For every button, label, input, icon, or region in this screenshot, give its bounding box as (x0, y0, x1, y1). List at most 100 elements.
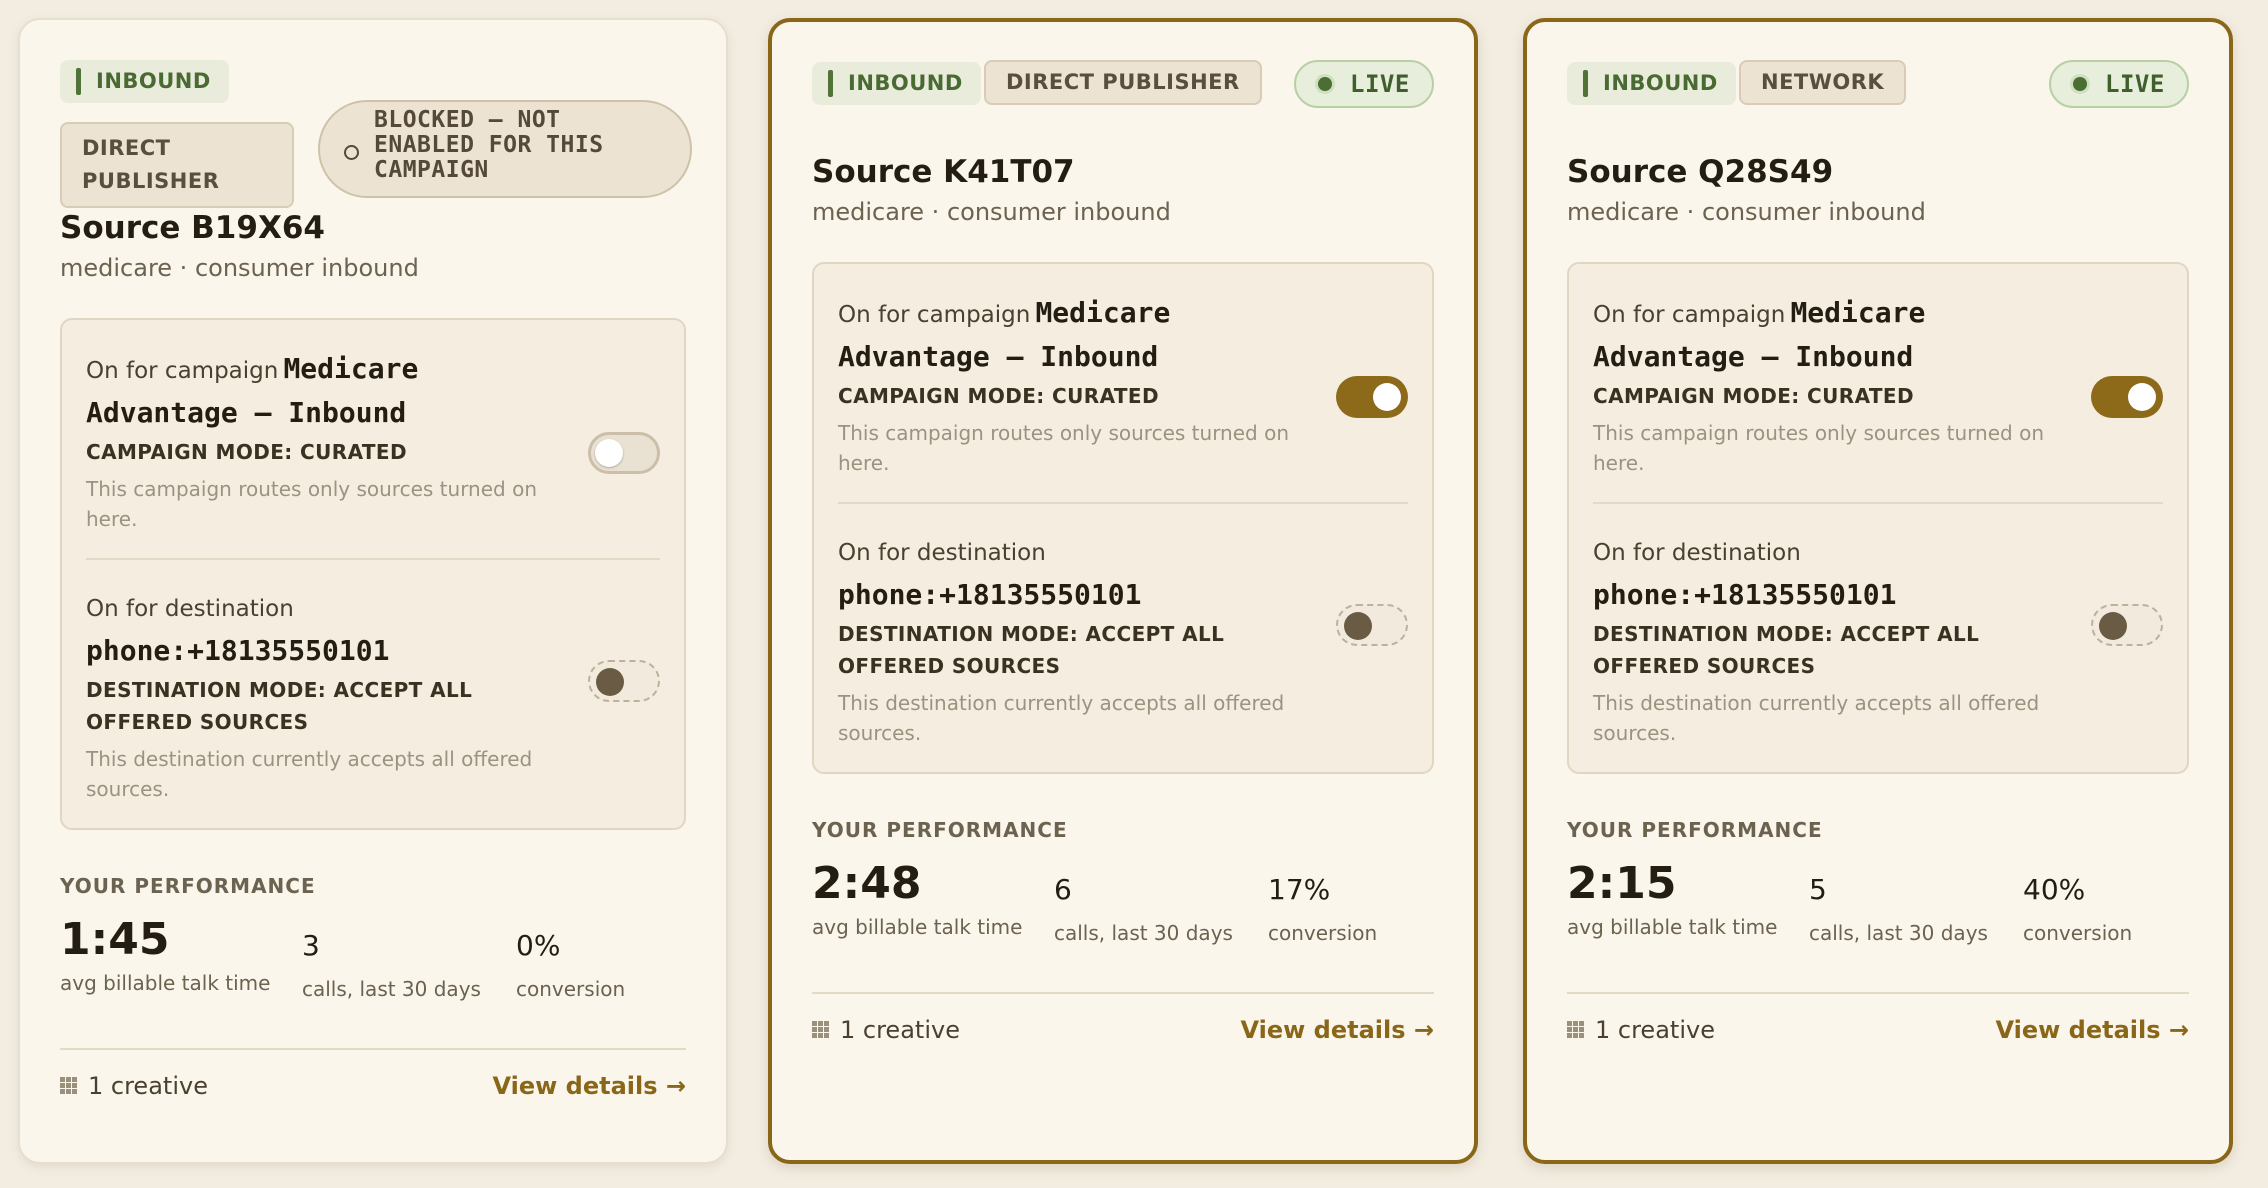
campaign-setting: On for campaign Medicare Advantage — Inb… (1593, 264, 2163, 502)
talk-time-caption: avg billable talk time (812, 915, 1023, 939)
conversion-caption: conversion (1268, 921, 1378, 945)
live-status-badge: LIVE (1294, 60, 1434, 108)
destination-toggle[interactable] (2091, 604, 2163, 646)
toggle-knob (595, 439, 623, 467)
grid-icon (1567, 1021, 1585, 1039)
toggle-knob (2128, 383, 2156, 411)
conversion-caption: conversion (2023, 921, 2133, 945)
creatives-count: 1 creative (812, 1016, 960, 1044)
status-text: BLOCKED — NOT ENABLED FOR THIS CAMPAIGN (374, 107, 604, 183)
source-title: Source B19X64 (60, 210, 325, 246)
calls-stat: 3 calls, last 30 days (302, 912, 481, 1004)
destination-label: On for destination (838, 540, 1046, 566)
source-subtitle: medicare · consumer inbound (1567, 198, 1926, 226)
performance-stats: 1:45 avg billable talk time 3 calls, las… (60, 912, 686, 1022)
destination-toggle[interactable] (1336, 604, 1408, 646)
live-dot-icon (1318, 77, 1332, 91)
campaign-note: This campaign routes only sources turned… (86, 477, 538, 531)
card-footer: 1 creative View details → (60, 1048, 686, 1100)
destination-label: On for destination (1593, 540, 1801, 566)
campaign-toggle[interactable] (588, 432, 660, 474)
routing-settings: On for campaign Medicare Advantage — Inb… (812, 262, 1434, 774)
conversion-stat: 0% conversion (516, 912, 625, 1004)
talk-time-value: 2:48 (812, 858, 922, 909)
conversion-stat: 40% conversion (2023, 856, 2132, 948)
destination-mode: DESTINATION MODE: ACCEPT ALL OFFERED SOU… (838, 622, 1225, 678)
creatives-text: 1 creative (88, 1072, 208, 1100)
talk-time-value: 1:45 (60, 914, 170, 965)
source-title: Source Q28S49 (1567, 154, 1834, 190)
grid-icon (812, 1021, 830, 1039)
live-dot-icon (2073, 77, 2087, 91)
talk-time-stat: 2:48 avg billable talk time (812, 856, 1022, 942)
view-details-link[interactable]: View details → (1995, 1016, 2189, 1044)
talk-time-caption: avg billable talk time (60, 971, 271, 995)
routing-settings: On for campaign Medicare Advantage — Inb… (1567, 262, 2189, 774)
campaign-label: On for campaign (838, 302, 1031, 328)
publisher-type-tag: DIRECT PUBLISHER (60, 122, 294, 208)
destination-setting: On for destination phone:+18135550101 DE… (86, 558, 660, 828)
inbound-tag: INBOUND (60, 60, 229, 103)
status-text: LIVE (1350, 70, 1410, 98)
campaign-note: This campaign routes only sources turned… (1593, 421, 2045, 475)
publisher-type-tag: NETWORK (1739, 60, 1907, 105)
performance-heading: YOUR PERFORMANCE (812, 818, 1068, 842)
campaign-label: On for campaign (86, 358, 279, 384)
campaign-label: On for campaign (1593, 302, 1786, 328)
destination-note: This destination currently accepts all o… (86, 747, 533, 801)
source-card-k41t07: INBOUND DIRECT PUBLISHER LIVE Source K41… (768, 18, 1478, 1164)
source-subtitle: medicare · consumer inbound (60, 254, 419, 282)
calls-value: 5 (1809, 873, 1827, 906)
inbound-tag: INBOUND (812, 62, 981, 105)
destination-setting: On for destination phone:+18135550101 DE… (838, 502, 1408, 772)
campaign-toggle[interactable] (2091, 376, 2163, 418)
destination-value: phone:+18135550101 (86, 634, 390, 667)
source-title: Source K41T07 (812, 154, 1075, 190)
calls-stat: 5 calls, last 30 days (1809, 856, 1988, 948)
routing-settings: On for campaign Medicare Advantage — Inb… (60, 318, 686, 830)
source-subtitle: medicare · consumer inbound (812, 198, 1171, 226)
creatives-text: 1 creative (1595, 1016, 1715, 1044)
creatives-count: 1 creative (1567, 1016, 1715, 1044)
live-status-badge: LIVE (2049, 60, 2189, 108)
talk-time-caption: avg billable talk time (1567, 915, 1778, 939)
source-card-q28s49: INBOUND NETWORK LIVE Source Q28S49 medic… (1523, 18, 2233, 1164)
card-footer: 1 creative View details → (812, 992, 1434, 1044)
status-text: LIVE (2105, 70, 2165, 98)
calls-caption: calls, last 30 days (1054, 921, 1233, 945)
conversion-value: 17% (1268, 873, 1331, 906)
tag-row: INBOUND NETWORK LIVE (1567, 60, 2189, 154)
toggle-knob (1344, 612, 1372, 640)
view-details-link[interactable]: View details → (492, 1072, 686, 1100)
destination-mode: DESTINATION MODE: ACCEPT ALL OFFERED SOU… (1593, 622, 1980, 678)
campaign-toggle[interactable] (1336, 376, 1408, 418)
destination-mode: DESTINATION MODE: ACCEPT ALL OFFERED SOU… (86, 678, 473, 734)
destination-value: phone:+18135550101 (838, 578, 1142, 611)
circle-icon (344, 145, 359, 160)
campaign-note: This campaign routes only sources turned… (838, 421, 1290, 475)
performance-stats: 2:15 avg billable talk time 5 calls, las… (1567, 856, 2189, 966)
performance-stats: 2:48 avg billable talk time 6 calls, las… (812, 856, 1434, 966)
destination-toggle[interactable] (588, 660, 660, 702)
view-details-link[interactable]: View details → (1240, 1016, 1434, 1044)
campaign-mode: CAMPAIGN MODE: CURATED (838, 384, 1159, 408)
conversion-value: 0% (516, 929, 561, 962)
conversion-stat: 17% conversion (1268, 856, 1377, 948)
blocked-status-badge: BLOCKED — NOT ENABLED FOR THIS CAMPAIGN (318, 100, 692, 198)
calls-caption: calls, last 30 days (302, 977, 481, 1001)
calls-value: 6 (1054, 873, 1072, 906)
campaign-mode: CAMPAIGN MODE: CURATED (86, 440, 407, 464)
campaign-setting: On for campaign Medicare Advantage — Inb… (86, 320, 660, 558)
calls-value: 3 (302, 929, 320, 962)
toggle-knob (2099, 612, 2127, 640)
destination-label: On for destination (86, 596, 294, 622)
talk-time-value: 2:15 (1567, 858, 1677, 909)
campaign-mode: CAMPAIGN MODE: CURATED (1593, 384, 1914, 408)
tag-row: INBOUND DIRECT PUBLISHER BLOCKED — NOT E… (60, 60, 692, 210)
toggle-knob (596, 668, 624, 696)
conversion-value: 40% (2023, 873, 2086, 906)
destination-setting: On for destination phone:+18135550101 DE… (1593, 502, 2163, 772)
source-card-b19x64: INBOUND DIRECT PUBLISHER BLOCKED — NOT E… (18, 18, 728, 1164)
inbound-tag: INBOUND (1567, 62, 1736, 105)
talk-time-stat: 1:45 avg billable talk time (60, 912, 270, 998)
